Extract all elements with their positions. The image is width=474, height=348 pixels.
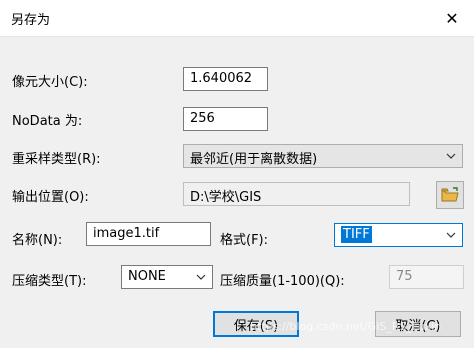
chevron-down-icon [196,274,206,280]
folder-icon [441,187,459,202]
output-location-input[interactable]: D:\学校\GIS [183,182,410,206]
compression-quality-label: 压缩质量(1-100)(Q): [220,274,345,289]
close-icon: ✕ [445,8,459,28]
compression-type-select[interactable]: NONE [121,265,213,289]
nodata-label: NoData 为: [12,114,83,129]
compression-quality-input: 75 [389,265,464,289]
window-title: 另存为 [11,13,51,28]
title-bar: 另存为 ✕ [0,0,474,37]
cell-size-label: 像元大小(C): [12,75,88,90]
cancel-button[interactable]: 取消(C) [375,311,461,337]
resampling-select[interactable]: 最邻近(用于离散数据) [183,144,463,168]
close-button[interactable]: ✕ [430,0,474,36]
browse-button[interactable] [436,181,464,209]
compression-type-value: NONE [128,269,166,284]
cell-size-input[interactable]: 1.640062 [183,67,268,91]
nodata-input[interactable]: 256 [183,107,268,131]
resampling-label: 重采样类型(R): [12,152,101,167]
output-location-label: 输出位置(O): [12,190,89,205]
format-label: 格式(F): [220,233,269,248]
resampling-value: 最邻近(用于离散数据) [190,152,318,167]
chevron-down-icon [446,153,456,159]
name-input[interactable]: image1.tif [86,222,211,246]
save-button[interactable]: 保存(S) [213,311,299,337]
name-label: 名称(N): [12,233,63,248]
chevron-down-icon [446,232,456,238]
format-value: TIFF [341,226,372,243]
format-select[interactable]: TIFF [334,223,463,247]
compression-type-label: 压缩类型(T): [12,274,87,289]
